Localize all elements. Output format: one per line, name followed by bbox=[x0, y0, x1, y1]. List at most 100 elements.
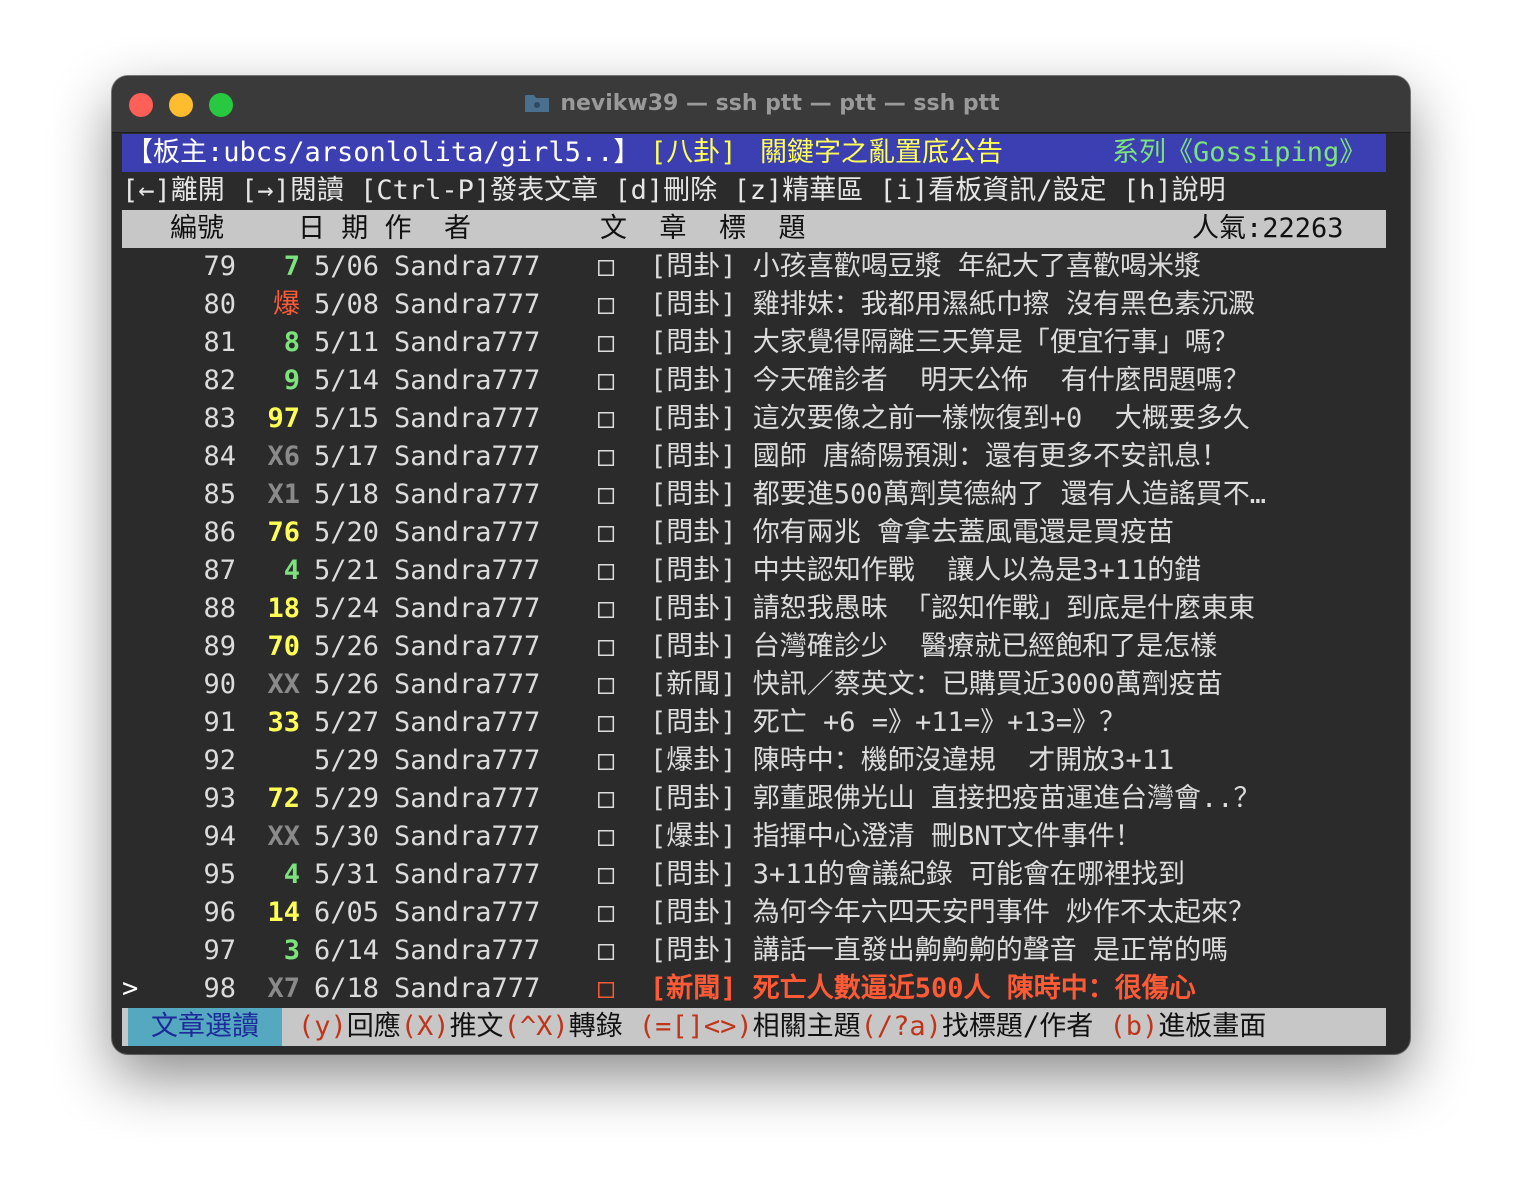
article-row[interactable]: 85 X1 5/18 Sandra777 □ [問卦] 都要進500萬劑莫德納了 還有人造… bbox=[122, 476, 1386, 514]
board-series: 系列《Gossiping》 bbox=[1112, 137, 1367, 168]
article-author: Sandra777 bbox=[394, 897, 541, 928]
article-row[interactable]: 89 70 5/26 Sandra777 □ [問卦] 台灣確診少 醫療就已經飽和了是怎樣 bbox=[122, 628, 1386, 666]
minimize-button[interactable] bbox=[169, 93, 193, 117]
article-author: Sandra777 bbox=[394, 517, 541, 548]
article-row[interactable]: 94 XX 5/30 Sandra777 □ [爆卦] 指揮中心澄清 刪BNT文件事件！ bbox=[122, 818, 1386, 856]
article-row[interactable]: >98 X7 6/18 Sandra777 □ [新聞] 死亡人數逼近500人 陳時中：很… bbox=[122, 970, 1386, 1008]
menu-key: [h] bbox=[1122, 175, 1172, 206]
article-author: Sandra777 bbox=[394, 251, 541, 282]
article-date: 6/14 bbox=[314, 935, 380, 966]
menu-label: 閱讀 bbox=[289, 175, 344, 206]
article-row[interactable]: 88 18 5/24 Sandra777 □ [問卦] 請恕我愚昧 「認知作戰」到底是什麼… bbox=[122, 590, 1386, 628]
article-row[interactable]: 93 72 5/29 Sandra777 □ [問卦] 郭董跟佛光山 直接把疫苗運進台灣會… bbox=[122, 780, 1386, 818]
article-title: [問卦] 3+11的會議紀錄 可能會在哪裡找到 bbox=[650, 859, 1186, 890]
article-title: [問卦] 今天確診者 明天公佈 有什麼問題嗎？ bbox=[650, 365, 1250, 396]
article-row[interactable]: 86 76 5/20 Sandra777 □ [問卦] 你有兩兆 會拿去蓋風電還是買疫苗 bbox=[122, 514, 1386, 552]
article-row[interactable]: 80 爆 5/08 Sandra777 □ [問卦] 雞排妹：我都用濕紙巾擦 沒有黑色素沉… bbox=[122, 286, 1386, 324]
article-title: [問卦] 請恕我愚昧 「認知作戰」到底是什麼東東 bbox=[650, 593, 1256, 624]
hint-key: (b) bbox=[1109, 1011, 1159, 1042]
recommend-count: XX bbox=[267, 821, 300, 852]
recommend-count: 97 bbox=[267, 403, 300, 434]
article-mark: □ bbox=[598, 289, 615, 320]
article-number: 84 bbox=[203, 441, 236, 472]
menu-key: [i] bbox=[879, 175, 929, 206]
recommend-count: 3 bbox=[283, 935, 300, 966]
menu-item[interactable]: [Ctrl-P]發表文章 bbox=[360, 175, 598, 206]
article-title: [問卦] 中共認知作戰 讓人以為是3+11的錯 bbox=[650, 555, 1202, 586]
menu-label: 發表文章 bbox=[490, 175, 599, 206]
article-title: [問卦] 為何今年六四天安門事件 炒作不太起來？ bbox=[650, 897, 1256, 928]
article-number: 79 bbox=[203, 251, 236, 282]
recommend-count: X6 bbox=[267, 441, 300, 472]
menu-item[interactable]: [z]精華區 bbox=[733, 175, 863, 206]
board-announcement: 關鍵字之亂置底公告 bbox=[760, 137, 1003, 168]
article-number: 93 bbox=[203, 783, 236, 814]
article-date: 5/08 bbox=[314, 289, 380, 320]
article-date: 5/27 bbox=[314, 707, 380, 738]
column-header: 編號 日 期 作 者 文 章 標 題 人氣:22263 bbox=[122, 210, 1386, 248]
menu-label: 看板資訊/設定 bbox=[928, 175, 1107, 206]
article-mark: □ bbox=[598, 327, 615, 358]
article-mark: □ bbox=[598, 897, 615, 928]
recommend-count: 9 bbox=[283, 365, 300, 396]
col-popularity: 人氣:22263 bbox=[1192, 213, 1344, 244]
article-number: 92 bbox=[203, 745, 236, 776]
article-author: Sandra777 bbox=[394, 289, 541, 320]
article-row[interactable]: 92 5/29 Sandra777 □ [爆卦] 陳時中：機師沒違規 才開放3+11 bbox=[122, 742, 1386, 780]
recommend-count: 18 bbox=[267, 593, 300, 624]
hint-key: (X) bbox=[400, 1011, 450, 1042]
article-date: 5/31 bbox=[314, 859, 380, 890]
menu-item[interactable]: [d]刪除 bbox=[614, 175, 717, 206]
article-title: [爆卦] 指揮中心澄清 刪BNT文件事件！ bbox=[650, 821, 1142, 852]
menu-key: [→] bbox=[241, 175, 290, 206]
menu-item[interactable]: [h]說明 bbox=[1123, 175, 1226, 206]
menu-label: 說明 bbox=[1171, 175, 1226, 206]
article-row[interactable]: 81 8 5/11 Sandra777 □ [問卦] 大家覺得隔離三天算是「便宜行事」嗎？ bbox=[122, 324, 1386, 362]
article-row[interactable]: 79 7 5/06 Sandra777 □ [問卦] 小孩喜歡喝豆漿 年紀大了喜歡喝米漿 bbox=[122, 248, 1386, 286]
article-title: [問卦] 講話一直發出齁齁齁的聲音 是正常的嗎 bbox=[650, 935, 1229, 966]
article-row[interactable]: 91 33 5/27 Sandra777 □ [問卦] 死亡 +6 =》+11=》+13=… bbox=[122, 704, 1386, 742]
article-title: [問卦] 你有兩兆 會拿去蓋風電還是買疫苗 bbox=[650, 517, 1175, 548]
article-author: Sandra777 bbox=[394, 935, 541, 966]
board-name: [八卦] bbox=[650, 137, 737, 168]
article-row[interactable]: 82 9 5/14 Sandra777 □ [問卦] 今天確診者 明天公佈 有什麼問題嗎？ bbox=[122, 362, 1386, 400]
menu-item[interactable]: [←]離開 bbox=[122, 175, 225, 206]
article-mark: □ bbox=[598, 593, 615, 624]
recommend-count: 4 bbox=[283, 555, 300, 586]
menu-label: 刪除 bbox=[663, 175, 718, 206]
article-author: Sandra777 bbox=[394, 821, 541, 852]
recommend-count: 14 bbox=[267, 897, 300, 928]
article-date: 5/21 bbox=[314, 555, 380, 586]
zoom-button[interactable] bbox=[209, 93, 233, 117]
article-number: 94 bbox=[203, 821, 236, 852]
hint-label: 推文 bbox=[449, 1011, 504, 1042]
recommend-count: 76 bbox=[267, 517, 300, 548]
article-author: Sandra777 bbox=[394, 973, 541, 1004]
article-row[interactable]: 96 14 6/05 Sandra777 □ [問卦] 為何今年六四天安門事件 炒作不太起… bbox=[122, 894, 1386, 932]
recommend-count: XX bbox=[267, 669, 300, 700]
menu-item[interactable]: [i]看板資訊/設定 bbox=[880, 175, 1107, 206]
article-mark: □ bbox=[598, 935, 615, 966]
window-title: nevikw39 — ssh ptt — ptt — ssh ptt bbox=[560, 90, 1000, 116]
article-row[interactable]: 90 XX 5/26 Sandra777 □ [新聞] 快訊／蔡英文：已購買近3000萬劑… bbox=[122, 666, 1386, 704]
hint-label: 回應 bbox=[346, 1011, 401, 1042]
article-row[interactable]: 84 X6 5/17 Sandra777 □ [問卦] 國師 唐綺陽預測：還有更多不安訊息… bbox=[122, 438, 1386, 476]
article-author: Sandra777 bbox=[394, 783, 541, 814]
article-mark: □ bbox=[598, 669, 615, 700]
menu-item[interactable]: [→]閱讀 bbox=[241, 175, 344, 206]
close-button[interactable] bbox=[129, 93, 153, 117]
article-row[interactable]: 87 4 5/21 Sandra777 □ [問卦] 中共認知作戰 讓人以為是3+11的錯 bbox=[122, 552, 1386, 590]
article-row[interactable]: 83 97 5/15 Sandra777 □ [問卦] 這次要像之前一樣恢復到+0 大概要… bbox=[122, 400, 1386, 438]
article-row[interactable]: 97 3 6/14 Sandra777 □ [問卦] 講話一直發出齁齁齁的聲音 是正常的嗎 bbox=[122, 932, 1386, 970]
article-number: 86 bbox=[203, 517, 236, 548]
article-title: [新聞] 死亡人數逼近500人 陳時中：很傷心 bbox=[650, 973, 1196, 1004]
article-date: 5/29 bbox=[314, 783, 380, 814]
article-author: Sandra777 bbox=[394, 327, 541, 358]
article-number: 97 bbox=[203, 935, 236, 966]
article-mark: □ bbox=[598, 973, 615, 1004]
recommend-count: 4 bbox=[283, 859, 300, 890]
article-row[interactable]: 95 4 5/31 Sandra777 □ [問卦] 3+11的會議紀錄 可能會在哪裡找到 bbox=[122, 856, 1386, 894]
terminal-screen[interactable]: 【板主:ubcs/arsonlolita/girl5..】 [八卦] 關鍵字之亂… bbox=[122, 134, 1400, 1046]
article-mark: □ bbox=[598, 821, 615, 852]
article-mark: □ bbox=[598, 441, 615, 472]
